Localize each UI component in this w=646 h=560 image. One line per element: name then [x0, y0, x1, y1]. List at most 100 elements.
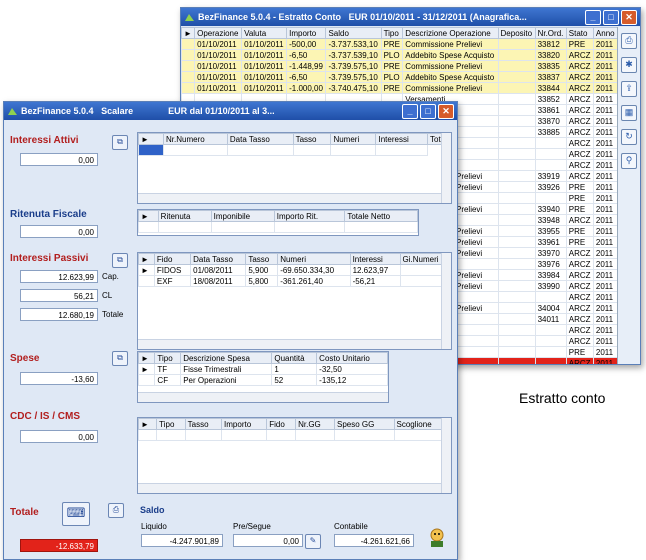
horizontal-scrollbar[interactable]	[138, 193, 451, 203]
table-cell[interactable]: 2011	[592, 71, 618, 83]
table-cell[interactable]: PRE	[565, 38, 594, 50]
column-header[interactable]: Imponibile	[210, 210, 275, 222]
table-cell[interactable]: 2011	[592, 203, 618, 215]
table-cell[interactable]	[497, 236, 536, 248]
table-cell[interactable]: PLO	[380, 49, 404, 61]
table-cell[interactable]: 2011	[592, 324, 618, 336]
column-header[interactable]: Anno	[592, 27, 618, 39]
table-cell[interactable]: 2011	[592, 357, 618, 364]
title-bar[interactable]: BezFinance 5.0.4 Scalare EUR dal 01/10/2…	[4, 102, 457, 120]
table-cell[interactable]	[497, 203, 536, 215]
table-row[interactable]: ► TF Fisse Trimestrali 1 -32,50	[138, 363, 388, 375]
table-cell[interactable]: 34011	[534, 313, 567, 325]
table-cell[interactable]: ARCZ	[565, 49, 594, 61]
minimize-button[interactable]: _	[402, 103, 418, 119]
table-cell[interactable]: 2011	[592, 313, 618, 325]
print-icon[interactable]: ⎙	[108, 503, 124, 518]
table-cell[interactable]	[497, 313, 536, 325]
table-cell[interactable]: Commissione Prelievi	[402, 60, 499, 72]
table-cell[interactable]: 01/08/2011	[190, 264, 247, 276]
column-header[interactable]: Nr.GG	[295, 418, 335, 430]
table-cell[interactable]	[534, 192, 567, 204]
table-cell[interactable]: 12.623,97	[349, 264, 401, 276]
table-cell[interactable]: -1.000,00	[286, 82, 327, 94]
table-cell[interactable]: 2011	[592, 126, 618, 138]
table-cell[interactable]	[497, 137, 536, 149]
table-cell[interactable]	[534, 137, 567, 149]
column-header[interactable]: Interessi	[375, 133, 429, 145]
table-cell[interactable]: EXF	[153, 275, 192, 287]
filter-icon[interactable]: ⚲	[621, 153, 637, 169]
table-cell[interactable]: -1.448,99	[286, 60, 327, 72]
column-header[interactable]: Totale Netto	[344, 210, 418, 222]
table-cell[interactable]: 2011	[592, 38, 618, 50]
table-cell[interactable]	[497, 82, 536, 94]
table-cell[interactable]: 33861	[534, 104, 567, 116]
horizontal-scrollbar[interactable]	[138, 483, 451, 493]
table-row[interactable]: 01/10/2011 01/10/2011 -500,00 -3.737.533,10…	[181, 38, 618, 50]
table-cell[interactable]: 2011	[592, 269, 618, 281]
table-cell[interactable]: Commissione Prelievi	[402, 82, 499, 94]
settings-icon[interactable]: ✱	[621, 57, 637, 73]
table-cell[interactable]: 2011	[592, 148, 618, 160]
table-cell[interactable]: ARCZ	[565, 291, 594, 303]
interessi-cl-field[interactable]: 56,21	[20, 289, 98, 302]
table-cell[interactable]: 2011	[592, 104, 618, 116]
table-cell[interactable]: PRE	[565, 181, 594, 193]
table-cell[interactable]	[534, 148, 567, 160]
table-cell[interactable]: 34004	[534, 302, 567, 314]
table-cell[interactable]	[497, 115, 536, 127]
table-cell[interactable]: ARCZ	[565, 258, 594, 270]
table-cell[interactable]: 01/10/2011	[194, 60, 243, 72]
table-cell[interactable]: Per Operazioni	[180, 374, 273, 386]
table-cell[interactable]: 33970	[534, 247, 567, 259]
table-cell[interactable]: -135,12	[316, 374, 388, 386]
column-header[interactable]: Deposito	[497, 27, 536, 39]
table-cell[interactable]: PRE	[565, 225, 594, 237]
column-header[interactable]: Tipo	[154, 352, 182, 364]
cdc-field[interactable]: 0,00	[20, 430, 98, 443]
table-cell[interactable]: 2011	[592, 247, 618, 259]
table-cell[interactable]: ARCZ	[565, 115, 594, 127]
table-cell[interactable]: -69.650.334,30	[277, 264, 351, 276]
column-header[interactable]: Tipo	[156, 418, 186, 430]
table-cell[interactable]: ARCZ	[565, 313, 594, 325]
table-cell[interactable]: -3.737.533,10	[325, 38, 382, 50]
maximize-button[interactable]: □	[603, 9, 619, 25]
table-cell[interactable]	[497, 247, 536, 259]
column-header[interactable]: Tasso	[245, 253, 279, 265]
table-cell[interactable]: ARCZ	[565, 302, 594, 314]
maximize-button[interactable]: □	[420, 103, 436, 119]
table-cell[interactable]: ARCZ	[565, 269, 594, 281]
column-header[interactable]: Descrizione Spesa	[180, 352, 273, 364]
table-cell[interactable]: 2011	[592, 236, 618, 248]
table-cell[interactable]	[497, 258, 536, 270]
table-cell[interactable]: -3.737.539,10	[325, 49, 382, 61]
column-header[interactable]: Valuta	[241, 27, 288, 39]
grid-spese[interactable]: ► Tipo Descrizione Spesa Quantità Costo Unit…	[137, 351, 389, 403]
table-cell[interactable]: 33852	[534, 93, 567, 105]
table-cell[interactable]	[534, 291, 567, 303]
table-cell[interactable]: ARCZ	[565, 214, 594, 226]
calculator-icon[interactable]: ⌨	[62, 502, 90, 526]
table-cell[interactable]	[497, 269, 536, 281]
table-cell[interactable]: 33837	[534, 71, 567, 83]
table-row[interactable]: 01/10/2011 01/10/2011 -1.000,00 -3.740.475,…	[181, 82, 618, 94]
refresh-icon[interactable]: ↻	[621, 129, 637, 145]
table-cell[interactable]: 01/10/2011	[194, 38, 243, 50]
table-cell[interactable]	[534, 346, 567, 358]
column-header[interactable]: Importo Rit.	[273, 210, 346, 222]
minimize-button[interactable]: _	[585, 9, 601, 25]
table-cell[interactable]	[497, 170, 536, 182]
column-header[interactable]: Nr.Numero	[163, 133, 228, 145]
table-cell[interactable]: 33940	[534, 203, 567, 215]
table-cell[interactable]: 5,900	[245, 264, 279, 276]
table-cell[interactable]: 01/10/2011	[241, 49, 288, 61]
table-cell[interactable]: 01/10/2011	[194, 49, 243, 61]
table-cell[interactable]: 2011	[592, 258, 618, 270]
print-icon[interactable]: ⎙	[621, 33, 637, 49]
table-cell[interactable]: 33919	[534, 170, 567, 182]
table-cell[interactable]: Addebito Spese Acquisto	[402, 71, 499, 83]
table-cell[interactable]: ARCZ	[565, 126, 594, 138]
table-cell[interactable]: 52	[271, 374, 318, 386]
